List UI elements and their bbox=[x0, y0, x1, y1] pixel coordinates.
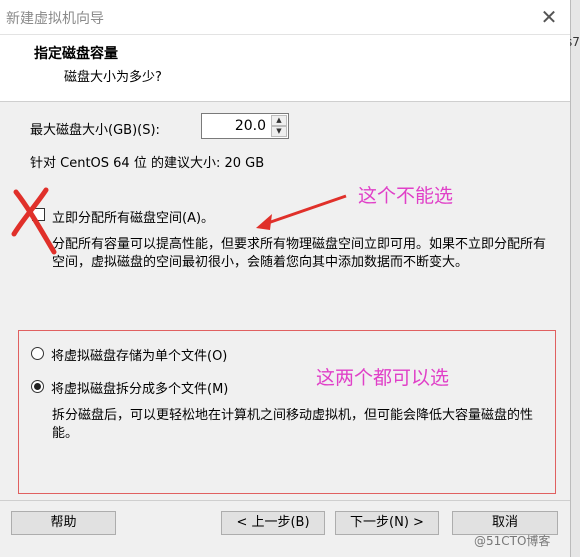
single-file-label[interactable]: 将虚拟磁盘存储为单个文件(O) bbox=[51, 345, 227, 364]
stepper-down-icon[interactable]: ▼ bbox=[271, 126, 287, 137]
single-file-radio[interactable] bbox=[31, 347, 44, 360]
stepper-arrows: ▲ ▼ bbox=[271, 115, 287, 137]
page-subtitle: 磁盘大小为多少? bbox=[64, 70, 162, 85]
max-disk-size-label: 最大磁盘大小(GB)(S): bbox=[30, 123, 160, 138]
disk-size-value[interactable]: 20.0 bbox=[235, 118, 266, 134]
allocate-now-label[interactable]: 立即分配所有磁盘空间(A)。 bbox=[52, 207, 214, 226]
disk-size-stepper[interactable]: 20.0 ▲ ▼ bbox=[201, 113, 289, 139]
title-bar: 新建虚拟机向导 ✕ bbox=[0, 0, 570, 35]
arrow-line bbox=[261, 194, 347, 227]
annotation-cannot-select: 这个不能选 bbox=[358, 185, 454, 207]
multi-file-radio[interactable] bbox=[31, 380, 44, 393]
recommended-size-text: 针对 CentOS 64 位 的建议大小: 20 GB bbox=[30, 156, 265, 171]
red-cross-mark bbox=[11, 187, 57, 255]
annotation-both-ok: 这两个都可以选 bbox=[316, 367, 450, 389]
help-button[interactable]: 帮助 bbox=[11, 511, 116, 535]
allocate-now-checkbox[interactable] bbox=[32, 208, 45, 221]
wizard-header: 指定磁盘容量 磁盘大小为多少? bbox=[0, 35, 570, 102]
next-button[interactable]: 下一步(N) > bbox=[335, 511, 439, 535]
background-window-edge bbox=[570, 0, 580, 557]
watermark: @51CTO博客 bbox=[474, 534, 551, 548]
allocate-description: 分配所有容量可以提高性能，但要求所有物理磁盘空间立即可用。如果不立即分配所有空间… bbox=[52, 237, 547, 270]
stepper-up-icon[interactable]: ▲ bbox=[271, 115, 287, 126]
multi-file-label[interactable]: 将虚拟磁盘拆分成多个文件(M) bbox=[51, 378, 228, 397]
page-title: 指定磁盘容量 bbox=[34, 46, 118, 62]
window-title: 新建虚拟机向导 bbox=[6, 11, 104, 27]
back-button[interactable]: < 上一步(B) bbox=[221, 511, 325, 535]
multi-file-description: 拆分磁盘后，可以更轻松地在计算机之间移动虚拟机，但可能会降低大容量磁盘的性能。 bbox=[52, 408, 534, 441]
arrow-head-icon bbox=[256, 214, 272, 230]
close-icon[interactable]: ✕ bbox=[534, 4, 564, 30]
footer-divider bbox=[0, 500, 570, 501]
